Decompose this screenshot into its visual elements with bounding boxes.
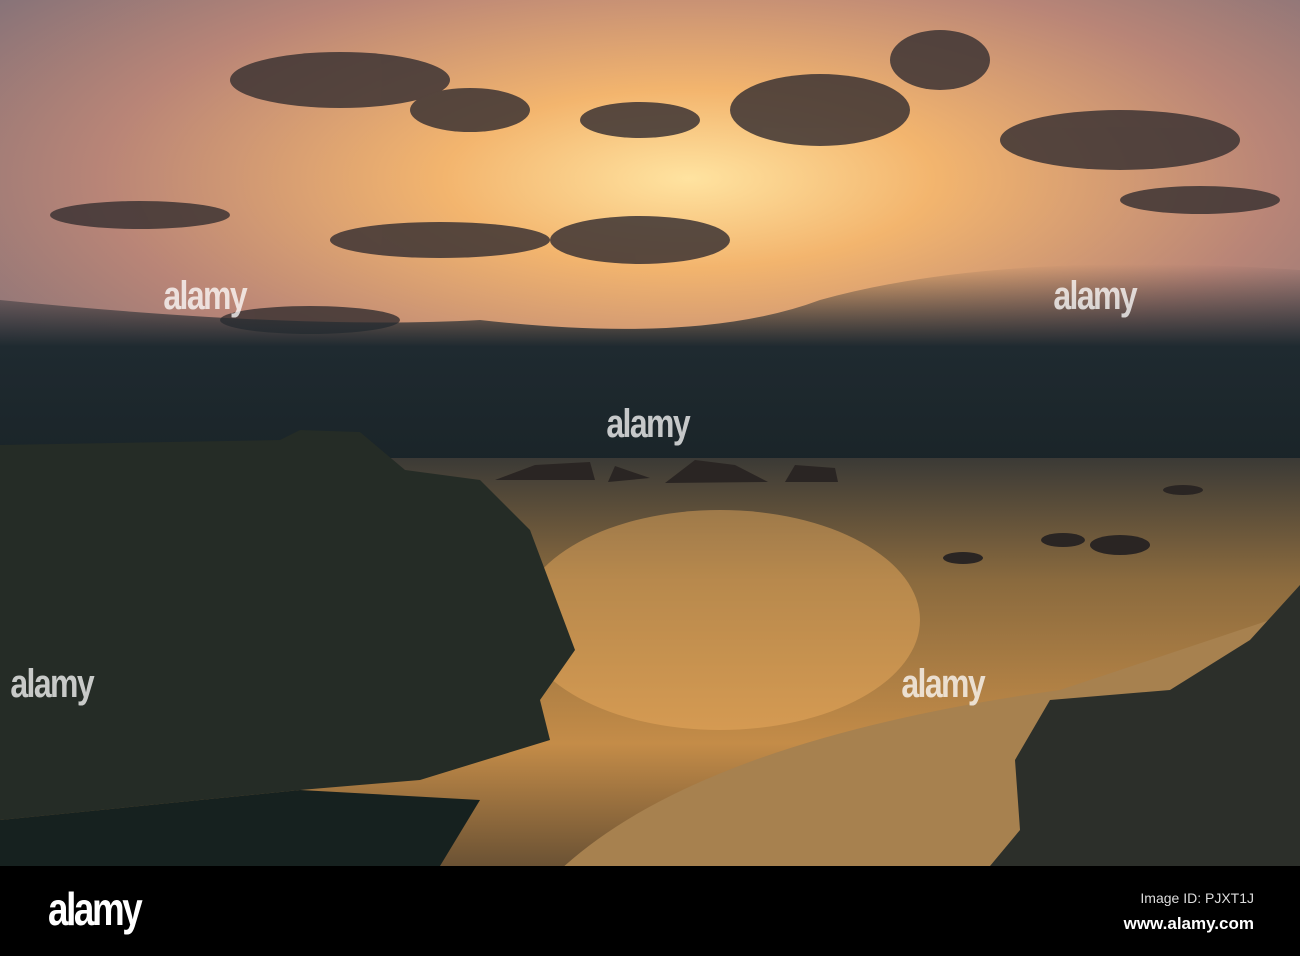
site-url: www.alamy.com xyxy=(1123,914,1254,933)
watermark-text: alamy xyxy=(1053,274,1137,318)
stock-photo-frame: alamy alamy alamy alamy alamy alamy Imag… xyxy=(0,0,1300,956)
watermark-text: alamy xyxy=(901,662,985,706)
watermark-text: alamy xyxy=(606,402,690,446)
image-id: Image ID: PJXT1J xyxy=(1140,890,1254,906)
watermark-text: alamy xyxy=(163,274,247,318)
watermark-text: alamy xyxy=(10,662,94,706)
footer-bar: alamy Image ID: PJXT1J www.alamy.com xyxy=(0,866,1300,956)
alamy-logo: alamy xyxy=(48,883,143,935)
